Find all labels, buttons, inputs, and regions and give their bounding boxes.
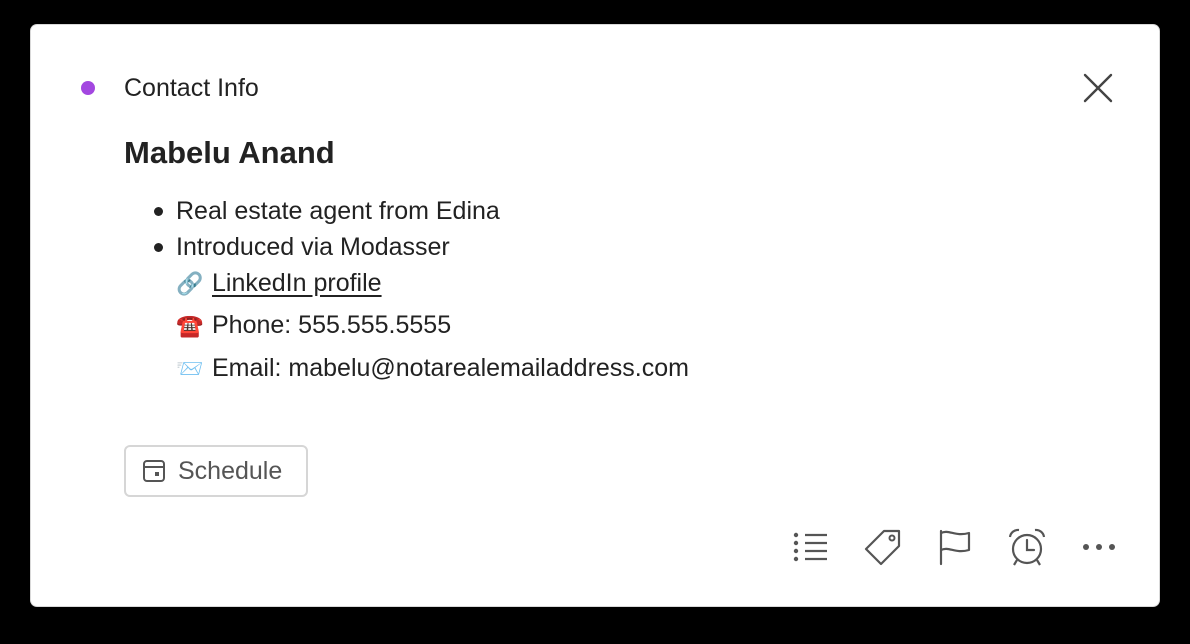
category-label: Contact Info bbox=[124, 74, 259, 102]
checklist-icon[interactable] bbox=[789, 525, 833, 569]
contact-name: Mabelu Anand bbox=[124, 135, 335, 170]
linkedin-row: 🔗 LinkedIn profile bbox=[176, 265, 382, 302]
notes-list: Real estate agent from Edina Introduced … bbox=[124, 193, 500, 265]
alarm-clock-icon[interactable] bbox=[1005, 525, 1049, 569]
telephone-icon: ☎️ bbox=[176, 313, 204, 338]
phone-text: Phone: 555.555.5555 bbox=[212, 311, 452, 339]
close-icon[interactable] bbox=[1079, 69, 1117, 107]
contact-card: Contact Info Mabelu Anand Real estate ag… bbox=[31, 25, 1159, 606]
calendar-icon bbox=[143, 460, 165, 482]
bullet-icon bbox=[154, 243, 163, 252]
flag-icon[interactable] bbox=[933, 525, 977, 569]
bullet-icon bbox=[154, 207, 163, 216]
phone-row: ☎️ Phone: 555.555.5555 bbox=[176, 307, 451, 344]
card-toolbar bbox=[789, 525, 1121, 569]
linkedin-link[interactable]: LinkedIn profile bbox=[212, 269, 382, 297]
schedule-button[interactable]: Schedule bbox=[124, 445, 308, 497]
list-item: Real estate agent from Edina bbox=[124, 193, 500, 229]
category-color-dot bbox=[81, 81, 95, 95]
tag-icon[interactable] bbox=[861, 525, 905, 569]
note-text: Real estate agent from Edina bbox=[176, 197, 500, 225]
link-icon: 🔗 bbox=[176, 271, 204, 296]
email-row: 📨 Email: mabelu@notarealemailaddress.com bbox=[176, 350, 689, 387]
note-text: Introduced via Modasser bbox=[176, 233, 450, 261]
more-options-icon[interactable] bbox=[1077, 525, 1121, 569]
list-item: Introduced via Modasser bbox=[124, 229, 500, 265]
schedule-label: Schedule bbox=[178, 456, 283, 485]
email-text: Email: mabelu@notarealemailaddress.com bbox=[212, 354, 689, 382]
envelope-icon: 📨 bbox=[176, 356, 204, 381]
